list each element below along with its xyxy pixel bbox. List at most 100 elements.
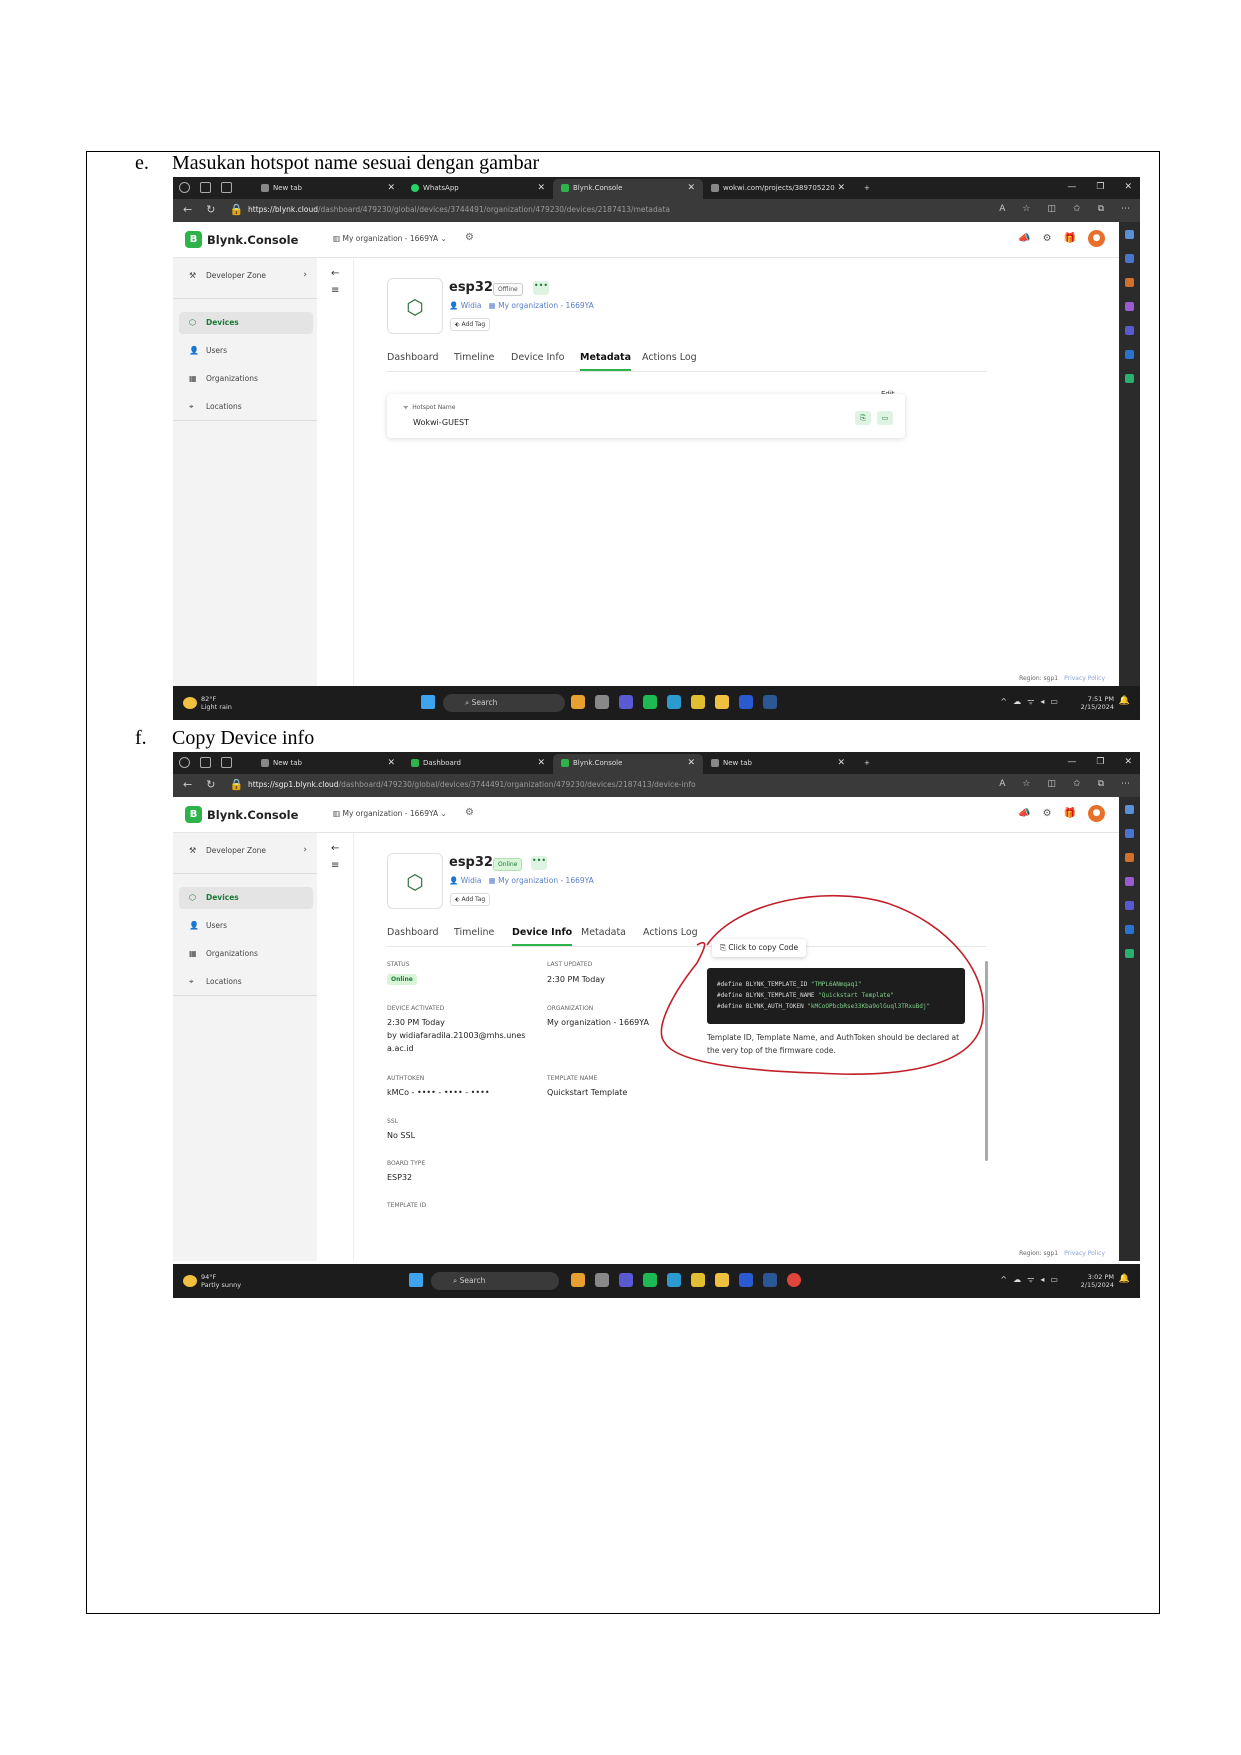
weather-widget[interactable]: 94°F Partly sunny — [183, 1273, 241, 1289]
auth-value[interactable]: kMCo - •••• - •••• - •••• — [387, 1086, 490, 1099]
minimize-icon[interactable]: — — [1067, 182, 1076, 192]
avatar[interactable]: ● — [1088, 230, 1105, 247]
tools-icon[interactable] — [1125, 278, 1134, 287]
tab-dashboard[interactable]: Dashboard — [387, 352, 439, 363]
favorite-icon[interactable]: ☆ — [1022, 779, 1030, 789]
tab-actions-icon[interactable] — [221, 757, 232, 768]
app-icon[interactable] — [571, 1273, 585, 1287]
start-icon[interactable] — [421, 695, 435, 709]
copilot-icon[interactable] — [1125, 901, 1134, 910]
word-icon[interactable] — [763, 1273, 777, 1287]
browser-tab[interactable]: New tab ✕ — [703, 754, 853, 774]
collections-icon[interactable]: ⧉ — [1098, 779, 1104, 789]
tab-device-info[interactable]: Device Info — [512, 927, 573, 946]
close-icon[interactable]: ✕ — [687, 758, 695, 768]
sidebar-item-developer-zone[interactable]: ⚒ Developer Zone › — [179, 840, 313, 862]
new-tab-button[interactable]: + — [856, 179, 886, 199]
app-icon[interactable] — [619, 695, 633, 709]
split-screen-icon[interactable]: ◫ — [1048, 204, 1057, 214]
org-selector[interactable]: ▥ My organization - 1669YA ⌄ — [333, 809, 447, 818]
chrome-icon[interactable] — [787, 1273, 801, 1287]
tools-icon[interactable] — [1125, 853, 1134, 862]
more-icon[interactable]: ⋯ — [1121, 204, 1130, 214]
gift-icon[interactable]: 🎁 — [1064, 808, 1076, 819]
folder-icon[interactable] — [715, 695, 729, 709]
sidebar-item-locations[interactable]: ⌖ Locations — [179, 396, 313, 418]
close-icon[interactable]: ✕ — [537, 758, 545, 768]
close-icon[interactable]: ✕ — [837, 758, 845, 768]
app-icon[interactable] — [691, 1273, 705, 1287]
avatar[interactable]: ● — [1088, 805, 1105, 822]
sidebar-item-devices[interactable]: ⬡ Devices — [179, 887, 313, 909]
help-icon[interactable]: ⚙ — [1043, 808, 1052, 819]
app-icon[interactable] — [595, 695, 609, 709]
sidebar-item-users[interactable]: 👤 Users — [179, 915, 313, 937]
settings-icon[interactable]: ⚙ — [465, 807, 474, 818]
app-icon[interactable] — [739, 695, 753, 709]
close-icon[interactable]: ✕ — [537, 183, 545, 193]
read-aloud-icon[interactable]: A — [999, 779, 1005, 789]
close-icon[interactable]: ✕ — [687, 183, 695, 193]
browser-tab-active[interactable]: Blynk.Console ✕ — [553, 179, 703, 199]
restore-icon[interactable]: ❐ — [1096, 182, 1104, 192]
tab-timeline[interactable]: Timeline — [454, 927, 494, 938]
start-icon[interactable] — [409, 1273, 423, 1287]
sidebar-item-devices[interactable]: ⬡ Devices — [179, 312, 313, 334]
drop-icon[interactable] — [1125, 374, 1134, 383]
word-icon[interactable] — [763, 695, 777, 709]
app-icon[interactable] — [595, 1273, 609, 1287]
menu-icon[interactable]: ≡ — [331, 285, 339, 296]
menu-icon[interactable]: ≡ — [331, 860, 339, 871]
tab-metadata[interactable]: Metadata — [580, 352, 632, 371]
close-icon[interactable]: ✕ — [387, 758, 395, 768]
tab-dashboard[interactable]: Dashboard — [387, 927, 439, 938]
privacy-link[interactable]: Privacy Policy — [1064, 1250, 1105, 1257]
system-tray[interactable]: ^☁ᯤ◂▭ — [1000, 1274, 1064, 1285]
drop-icon[interactable] — [1125, 949, 1134, 958]
sidebar-item-developer-zone[interactable]: ⚒ Developer Zone › — [179, 265, 313, 287]
refresh-icon[interactable]: ↻ — [206, 203, 215, 216]
search-icon[interactable] — [1125, 805, 1134, 814]
add-tag-button[interactable]: ⬖ Add Tag — [450, 893, 491, 906]
split-screen-icon[interactable]: ◫ — [1048, 779, 1057, 789]
clock[interactable]: 3:02 PM 2/15/2024 — [1081, 1273, 1114, 1289]
browser-tab[interactable]: Dashboard ✕ — [403, 754, 553, 774]
edge-icon[interactable] — [667, 1273, 681, 1287]
close-window-icon[interactable]: ✕ — [1124, 182, 1132, 192]
url-field[interactable]: https://blynk.cloud/dashboard/479230/glo… — [248, 205, 670, 214]
tab-device-info[interactable]: Device Info — [511, 352, 565, 363]
shopping-icon[interactable] — [1125, 829, 1134, 838]
outlook-icon[interactable] — [1125, 350, 1134, 359]
folder-icon[interactable] — [715, 1273, 729, 1287]
help-icon[interactable]: ⚙ — [1043, 233, 1052, 244]
url-field[interactable]: https://sgp1.blynk.cloud/dashboard/47923… — [248, 780, 696, 789]
tab-timeline[interactable]: Timeline — [454, 352, 494, 363]
device-menu-button[interactable]: ••• — [533, 281, 549, 295]
app-icon[interactable] — [619, 1273, 633, 1287]
system-tray[interactable]: ^☁ᯤ◂▭ — [1000, 696, 1064, 707]
browser-tab[interactable]: New tab ✕ — [253, 754, 403, 774]
back-icon[interactable]: ← — [183, 778, 192, 791]
edit-button[interactable]: ▭ — [877, 411, 893, 425]
workspaces-icon[interactable] — [200, 757, 211, 768]
search-icon[interactable] — [1125, 230, 1134, 239]
bell-icon[interactable]: 🔔 — [1119, 1274, 1130, 1284]
privacy-link[interactable]: Privacy Policy — [1064, 675, 1105, 682]
outlook-icon[interactable] — [1125, 925, 1134, 934]
games-icon[interactable] — [1125, 877, 1134, 886]
app-icon[interactable] — [691, 695, 705, 709]
workspaces-icon[interactable] — [200, 182, 211, 193]
favorite-icon[interactable]: ☆ — [1022, 204, 1030, 214]
device-owner[interactable]: 👤 Widia ▦ My organization - 1669YA — [449, 876, 594, 885]
back-arrow-icon[interactable]: ← — [331, 268, 339, 279]
close-icon[interactable]: ✕ — [837, 183, 845, 193]
settings-icon[interactable]: ⚙ — [465, 232, 474, 243]
copy-button[interactable]: ⎘ — [855, 411, 871, 425]
tab-actions-icon[interactable] — [221, 182, 232, 193]
close-window-icon[interactable]: ✕ — [1124, 757, 1132, 767]
games-icon[interactable] — [1125, 302, 1134, 311]
profile-icon[interactable] — [179, 182, 190, 193]
refresh-icon[interactable]: ↻ — [206, 778, 215, 791]
brand-logo[interactable]: B Blynk.Console — [185, 806, 298, 823]
add-tag-button[interactable]: ⬖ Add Tag — [450, 318, 491, 331]
